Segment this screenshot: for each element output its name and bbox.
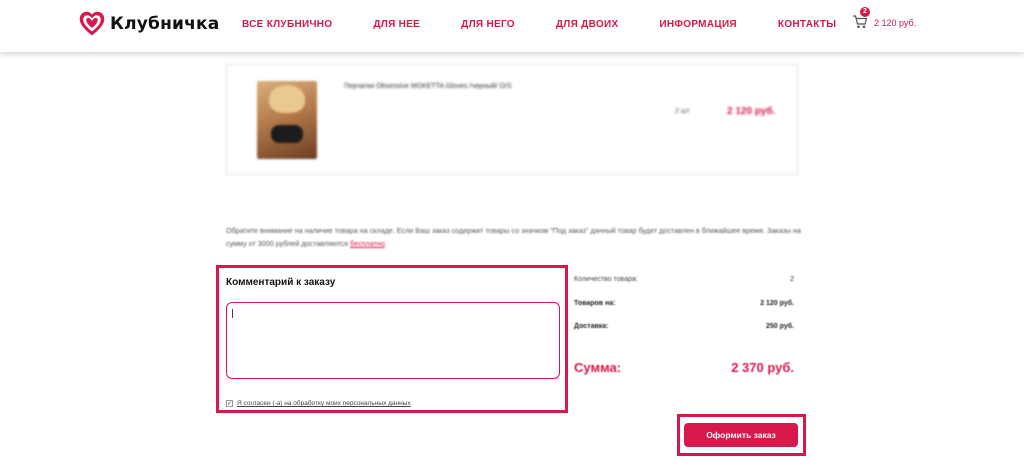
heart-logo-icon: [79, 11, 105, 36]
consent-checkbox[interactable]: ✓: [226, 400, 233, 407]
logo[interactable]: Клубничка: [78, 10, 219, 38]
summary-delivery-label: Доставка:: [574, 323, 609, 330]
summary-goods-value: 2 120 руб.: [760, 300, 794, 307]
text-caret: [232, 309, 233, 318]
summary-items-value: 2: [790, 276, 794, 283]
stock-notice: Обратите внимание на наличие товара на с…: [226, 224, 806, 250]
product-image[interactable]: [257, 81, 317, 159]
nav-item-contacts[interactable]: КОНТАКТЫ: [778, 19, 836, 30]
site-header: Клубничка ВСЕ КЛУБНИЧНО ДЛЯ НЕЕ ДЛЯ НЕГО…: [0, 0, 1024, 52]
summary-items-label: Количество товара:: [574, 276, 638, 283]
nav-item-for-her[interactable]: ДЛЯ НЕЕ: [373, 19, 420, 30]
product-price: 2 120 руб.: [727, 106, 776, 117]
consent-checkbox-row[interactable]: ✓ Я согласен (-а) на обработку моих перс…: [226, 400, 411, 407]
product-name[interactable]: Перчатки Obsessive MOKETTA Gloves /черны…: [344, 83, 512, 90]
product-image-hair: [269, 85, 305, 113]
summary-delivery-value: 250 руб.: [766, 323, 794, 330]
product-image-glove: [271, 125, 303, 143]
cart-icon-wrap: 2: [852, 7, 870, 30]
nav-item-information[interactable]: ИНФОРМАЦИЯ: [659, 19, 737, 30]
cart-count-badge: 2: [860, 7, 870, 17]
order-comment-textarea[interactable]: [226, 302, 560, 379]
summary-delivery-row: Доставка: 250 руб.: [574, 323, 794, 330]
summary-total-row: Сумма: 2 370 руб.: [574, 360, 794, 375]
notice-end: .: [384, 239, 387, 248]
logo-text: Клубничка: [110, 14, 220, 34]
nav-item-for-two[interactable]: ДЛЯ ДВОИХ: [556, 19, 619, 30]
comment-title: Комментарий к заказу: [226, 277, 336, 288]
summary-goods-label: Товаров на:: [574, 300, 616, 307]
consent-label[interactable]: Я согласен (-а) на обработку моих персон…: [237, 400, 411, 407]
main-nav: ВСЕ КЛУБНИЧНО ДЛЯ НЕЕ ДЛЯ НЕГО ДЛЯ ДВОИХ…: [242, 19, 877, 30]
place-order-button[interactable]: Оформить заказ: [684, 423, 798, 447]
nav-item-for-him[interactable]: ДЛЯ НЕГО: [461, 19, 515, 30]
summary-goods-row: Товаров на: 2 120 руб.: [574, 300, 794, 307]
summary-items-row: Количество товара: 2: [574, 276, 794, 283]
summary-total-label: Сумма:: [574, 360, 622, 375]
nav-item-all[interactable]: ВСЕ КЛУБНИЧНО: [242, 19, 332, 30]
cart-product-row: Перчатки Obsessive MOKETTA Gloves /черны…: [226, 64, 798, 175]
free-delivery-link[interactable]: бесплатно: [350, 239, 385, 248]
product-quantity: 2 шт: [675, 108, 690, 115]
summary-total-value: 2 370 руб.: [731, 360, 794, 375]
cart-total: 2 120 руб.: [874, 18, 917, 28]
notice-text: Обратите внимание на наличие товара на с…: [226, 226, 801, 248]
cart-link[interactable]: 2 2 120 руб.: [852, 7, 917, 30]
